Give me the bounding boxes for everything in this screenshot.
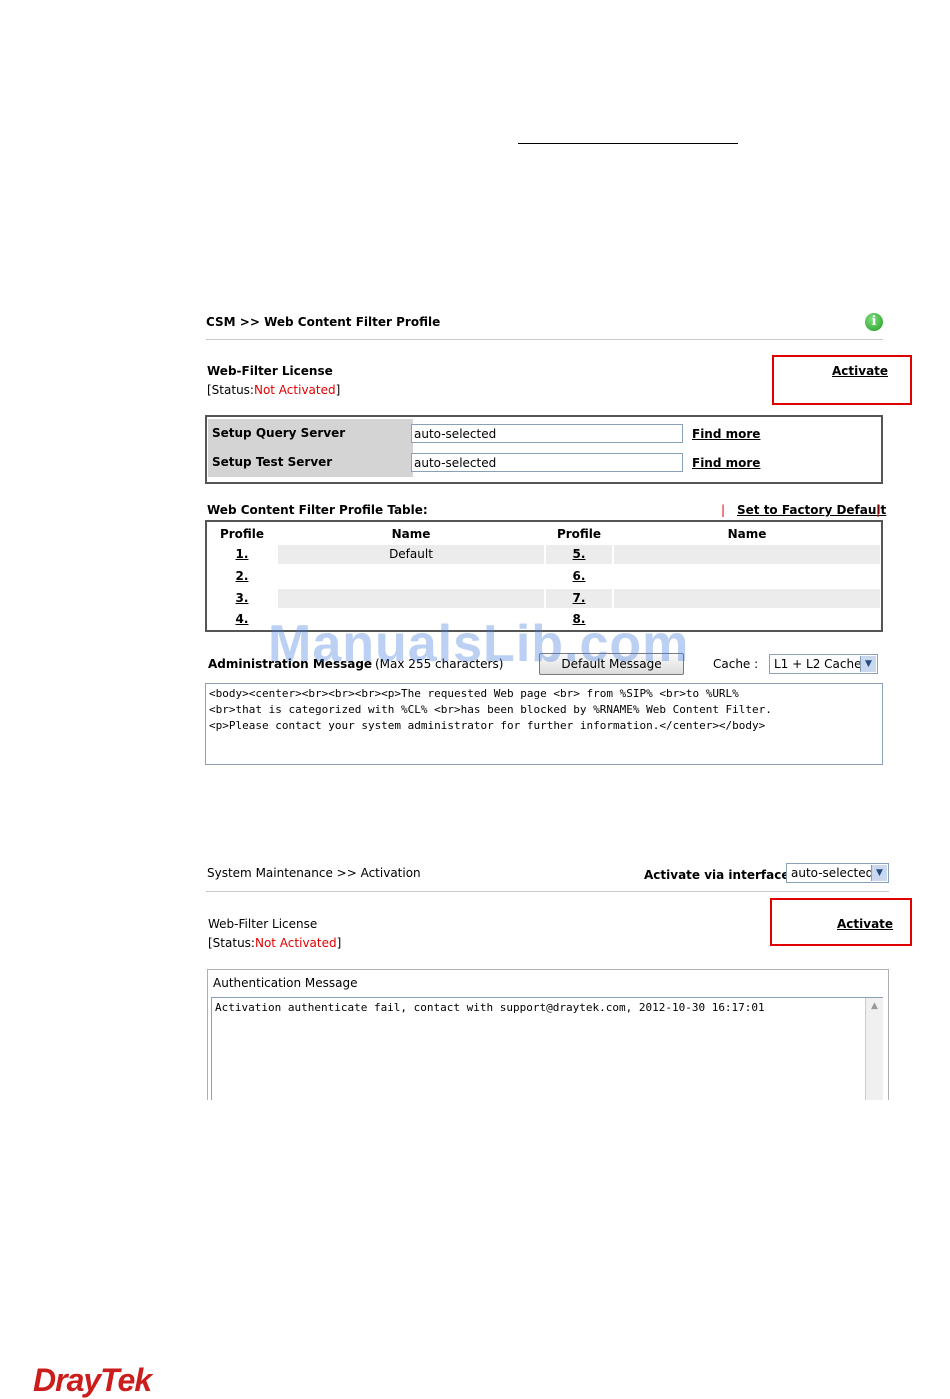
license-title: Web-Filter License: [207, 364, 333, 378]
profile-name: [278, 589, 544, 608]
watermark: ManualsLib.com: [268, 615, 690, 673]
csm-breadcrumb: CSM >> Web Content Filter Profile: [206, 315, 441, 329]
divider-bar-right: |: [876, 503, 881, 517]
profile-link[interactable]: 2.: [208, 567, 276, 586]
profile-link[interactable]: 4.: [208, 610, 276, 629]
title-divider: [206, 339, 883, 340]
auth-message-textarea[interactable]: Activation authenticate fail, contact wi…: [211, 997, 883, 1107]
activate-highlight: [772, 355, 912, 405]
info-icon[interactable]: i: [865, 313, 883, 331]
maintenance-divider: [206, 891, 889, 892]
query-server-input[interactable]: auto-selected: [411, 424, 683, 443]
profile-link[interactable]: 7.: [546, 589, 612, 608]
profile-link[interactable]: 6.: [546, 567, 612, 586]
admin-message-textarea[interactable]: <body><center><br><br><br><p>The request…: [205, 683, 883, 765]
col-profile-1: Profile: [219, 527, 265, 541]
profile-name: [278, 567, 544, 586]
cache-select-value: L1 + L2 Cache: [774, 657, 862, 671]
profile-name: Default: [278, 545, 544, 564]
cropped-edge: [200, 1100, 900, 1120]
factory-default-link[interactable]: Set to Factory Default: [737, 503, 886, 517]
header-rule: [518, 143, 738, 144]
test-server-label: Setup Test Server: [208, 448, 413, 477]
divider-bar-left: |: [721, 503, 726, 517]
activate-link[interactable]: Activate: [832, 364, 888, 378]
status-prefix: [Status:: [207, 383, 254, 397]
chevron-down-icon[interactable]: ▼: [860, 656, 876, 672]
profile-name: [614, 589, 880, 608]
profile-name: [614, 545, 880, 564]
status-suffix: ]: [336, 936, 342, 950]
status-prefix: [Status:: [208, 936, 255, 950]
profile-link[interactable]: 3.: [208, 589, 276, 608]
profile-link[interactable]: 1.: [208, 545, 276, 564]
status-suffix: ]: [335, 383, 341, 397]
cache-label: Cache :: [713, 657, 759, 671]
test-server-input[interactable]: auto-selected: [411, 453, 683, 472]
license-title-2: Web-Filter License: [208, 917, 318, 931]
interface-select[interactable]: auto-selected ▼: [786, 863, 889, 883]
col-name-1: Name: [391, 527, 431, 541]
activate-link-2[interactable]: Activate: [837, 917, 893, 931]
license-status: [Status:Not Activated]: [207, 383, 340, 397]
auth-scrollbar[interactable]: ▲: [865, 998, 883, 1100]
col-name-2: Name: [727, 527, 767, 541]
scroll-up-icon[interactable]: ▲: [866, 998, 883, 1014]
profile-name: [614, 567, 880, 586]
find-more-link-query[interactable]: Find more: [692, 427, 760, 441]
interface-select-value: auto-selected: [791, 866, 874, 880]
profile-link[interactable]: 5.: [546, 545, 612, 564]
col-profile-2: Profile: [556, 527, 602, 541]
cache-select[interactable]: L1 + L2 Cache ▼: [769, 654, 878, 674]
auth-message-title: Authentication Message: [213, 976, 358, 990]
draytek-logo: DrayTek: [33, 1362, 152, 1398]
interface-label: Activate via interface :: [644, 868, 799, 882]
find-more-link-test[interactable]: Find more: [692, 456, 760, 470]
maintenance-breadcrumb: System Maintenance >> Activation: [207, 866, 421, 880]
status-value: Not Activated: [254, 936, 337, 950]
profile-table-title: Web Content Filter Profile Table:: [207, 503, 428, 517]
status-value: Not Activated: [253, 383, 336, 397]
license-status-2: [Status:Not Activated]: [208, 936, 341, 950]
chevron-down-icon[interactable]: ▼: [871, 865, 887, 881]
query-server-label: Setup Query Server: [208, 419, 413, 448]
